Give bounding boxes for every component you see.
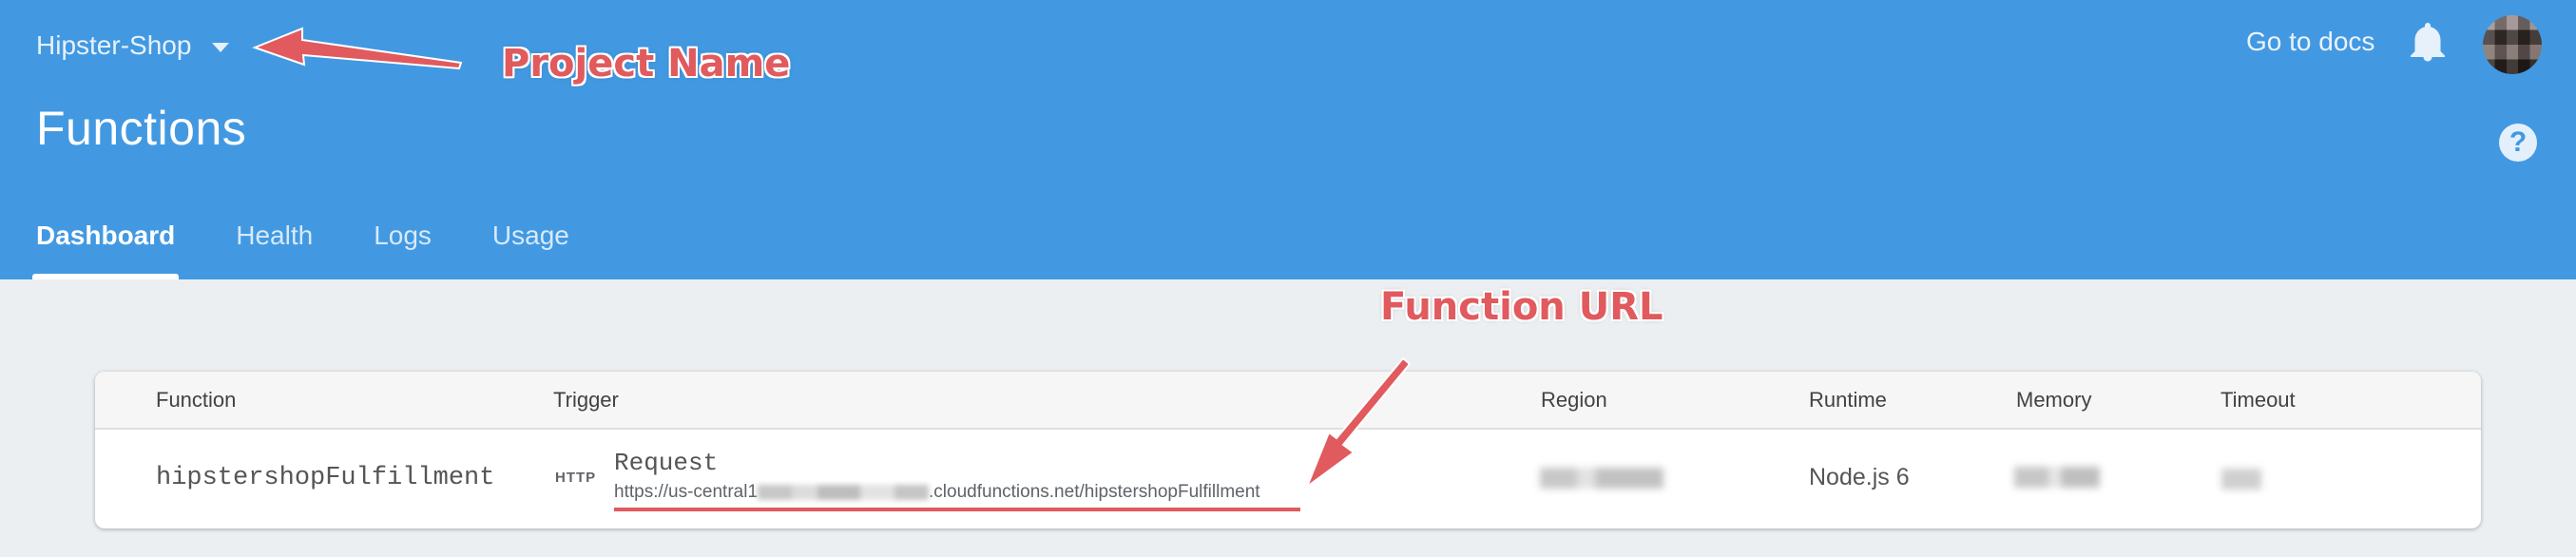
tab-bar: Dashboard Health Logs Usage [31,221,630,279]
column-header-region: Region [1541,388,1607,412]
runtime-value: Node.js 6 [1809,464,1910,490]
go-to-docs-link[interactable]: Go to docs [2246,27,2374,57]
column-header-memory: Memory [2016,388,2092,412]
trigger-type: Request [614,449,719,477]
tab-usage[interactable]: Usage [492,221,569,279]
column-header-timeout: Timeout [2220,388,2296,412]
timeout-value [2221,469,2261,490]
region-value [1540,468,1663,489]
tab-logs[interactable]: Logs [374,221,432,279]
project-name-annotation: Project Name [502,42,791,86]
column-header-function: Function [156,388,237,412]
page-title: Functions [36,102,247,155]
project-name[interactable]: Hipster-Shop [36,30,191,61]
memory-value [2014,467,2100,488]
trigger-url-prefix: https://us-central1 [614,482,759,502]
http-badge: HTTP [555,470,597,486]
column-header-trigger: Trigger [553,388,619,412]
project-switcher[interactable]: Hipster-Shop [36,27,230,65]
trigger-url[interactable]: https://us-central1 .cloudfunctions.net/h… [614,482,1260,503]
top-header: Hipster-Shop Functions Go to docs ? Dash… [0,0,2576,279]
table-header: Function Trigger Region Runtime Memory T… [95,372,2481,430]
column-header-runtime: Runtime [1809,388,1887,412]
avatar[interactable] [2483,15,2542,74]
bell-icon[interactable] [2411,23,2445,63]
functions-table: Function Trigger Region Runtime Memory T… [95,372,2481,528]
function-url-annotation: Function URL [1380,285,1663,329]
tab-dashboard[interactable]: Dashboard [31,221,180,279]
help-icon[interactable]: ? [2499,124,2537,162]
tab-health[interactable]: Health [236,221,313,279]
chevron-down-icon[interactable] [212,42,230,52]
function-name[interactable]: hipstershopFulfillment [156,464,494,492]
trigger-url-suffix: .cloudfunctions.net/hipstershopFulfillme… [929,482,1260,502]
redacted-project-id [758,484,930,500]
